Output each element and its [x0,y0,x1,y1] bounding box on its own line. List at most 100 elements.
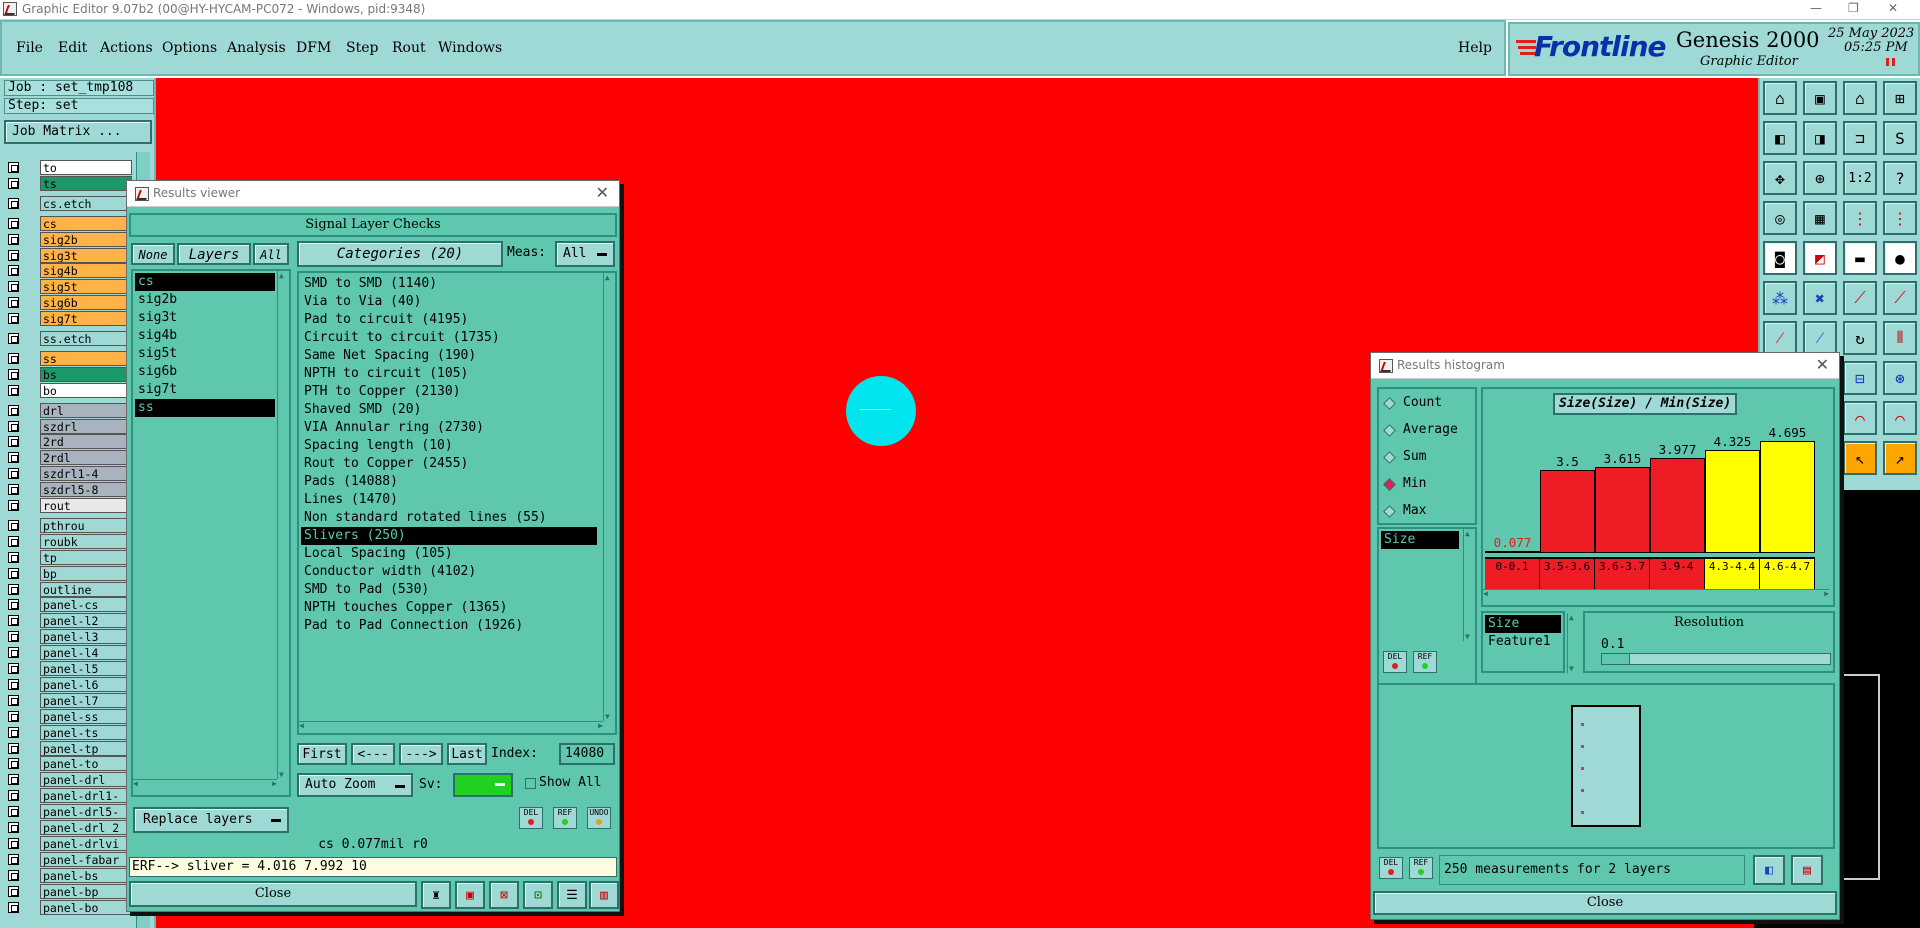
layer-row[interactable]: sig4b [8,263,132,279]
layer-checkbox[interactable] [8,313,19,325]
layer-checkbox[interactable] [8,297,19,309]
category-item[interactable]: Same Net Spacing (190) [301,347,597,365]
layer-row[interactable]: panel-drl [8,772,132,788]
category-item[interactable]: Lines (1470) [301,491,597,509]
meas-dropdown[interactable]: All [555,241,615,267]
select-none-button[interactable]: None [131,243,175,265]
layer-name[interactable]: bo [40,382,132,398]
layer-row[interactable]: szdrl [8,418,132,434]
layer-name[interactable]: szdrl5-8 [40,482,132,498]
layer-name[interactable]: panel-drl5- [40,804,132,820]
summary-del-button[interactable]: DEL [1379,857,1403,879]
layer-row[interactable]: panel-bo [8,899,132,915]
layer-row[interactable]: pthrou [8,517,132,533]
restore-button[interactable]: ❐ [1848,1,1859,15]
layer-row[interactable]: rout [8,498,132,513]
layer-row[interactable]: panel-drlvi [8,835,132,851]
bin-label[interactable]: 3.5-3.6 [1540,559,1595,589]
arc2-icon[interactable]: ⌒ [1883,401,1917,435]
layer-row[interactable]: panel-fabar [8,851,132,867]
layer-name[interactable]: panel-to [40,756,132,772]
categories-hscroll[interactable] [299,721,603,733]
categories-vscroll[interactable] [603,273,615,721]
layer-checkbox[interactable] [8,869,19,881]
layer-checkbox[interactable] [8,806,19,818]
index-input[interactable]: 14080 [559,743,615,765]
radio-icon[interactable] [1383,424,1396,437]
align-icon[interactable]: ⊟ [1843,361,1877,395]
layer-checkbox[interactable] [8,281,19,293]
layer-name[interactable]: sig7t [40,311,132,327]
layer-name[interactable]: to [40,160,132,175]
job-matrix-button[interactable]: Job Matrix ... [4,120,152,144]
house-icon[interactable]: ⌂ [1843,81,1877,115]
layer-checkbox[interactable] [8,599,19,611]
layer-checkbox[interactable] [8,384,19,396]
resolution-slider-handle[interactable] [1602,654,1630,664]
histogram-bar[interactable] [1540,470,1595,553]
layer-checkbox[interactable] [8,726,19,738]
layer-name[interactable]: panel-drl [40,772,132,788]
cross-icon[interactable]: ✖ [1803,281,1837,315]
results-layer-list[interactable]: cs sig2b sig3t sig4b sig5t sig6b sig7t ss [135,273,275,773]
layers-button[interactable]: Layers [177,243,251,265]
last-button[interactable]: Last [447,743,487,765]
menu-step[interactable]: Step [346,40,378,56]
netlist-icon[interactable]: ⋮ [1843,201,1877,235]
layer-row[interactable]: ss [8,350,132,366]
layer-checkbox[interactable] [8,352,19,364]
radio-icon[interactable] [1383,505,1396,518]
category-item[interactable]: Pad to Pad Connection (1926) [301,617,597,635]
slash-blue-icon[interactable]: ⁄ [1803,321,1837,355]
layer-name[interactable]: sig2b [40,231,132,247]
layer-checkbox[interactable] [8,265,19,277]
layer-row[interactable]: 2rd [8,434,132,450]
layer-name[interactable]: 2rd [40,434,132,450]
category-item[interactable]: Pad to circuit (4195) [301,311,597,329]
layer-row[interactable]: sig6b [8,295,132,311]
summary-ref-button[interactable]: REF [1409,857,1433,879]
layer-checkbox[interactable] [8,853,19,865]
layer-checkbox[interactable] [8,885,19,897]
layer-row[interactable]: sig2b [8,231,132,247]
layer-name[interactable]: panel-l4 [40,645,132,661]
minimize-button[interactable]: — [1810,1,1822,15]
chart-export-icon[interactable]: ◧ [1753,855,1785,885]
resolution-slider[interactable] [1601,653,1831,665]
layer-name[interactable]: ss [40,350,132,366]
layer-checkbox[interactable] [8,647,19,659]
menu-file[interactable]: File [16,40,43,56]
layer-row[interactable]: panel-bp [8,883,132,899]
layer-row[interactable]: tp [8,549,132,565]
ruler-icon[interactable]: ▬ [1843,241,1877,275]
layer-name[interactable]: panel-bo [40,899,132,915]
ref-button[interactable]: REF [553,807,577,829]
layer-row[interactable]: panel-l6 [8,676,132,692]
rotate-icon[interactable]: ↻ [1843,321,1877,355]
select-all-button[interactable]: All [253,243,289,265]
category-item[interactable]: Conductor width (4102) [301,563,597,581]
layer-row[interactable]: sig3t [8,247,132,263]
category-item[interactable]: Via to Via (40) [301,293,597,311]
layer-name[interactable]: pthrou [40,517,132,533]
layer-name[interactable]: bs [40,366,132,382]
layer-checkbox[interactable] [8,368,19,380]
layer-checkbox[interactable] [8,535,19,547]
layer-name[interactable]: panel-drlvi [40,835,132,851]
results-layer-item[interactable]: sig2b [135,291,275,309]
layer-checkbox[interactable] [8,678,19,690]
layer-name[interactable]: panel-ts [40,724,132,740]
histogram-bar[interactable] [1650,458,1705,553]
category-item[interactable]: Shaved SMD (20) [301,401,597,419]
size-list-vscroll[interactable] [1463,529,1475,641]
histogram-bar[interactable] [1595,467,1650,553]
layer-row[interactable]: 2rdl [8,450,132,466]
category-item[interactable]: Local Spacing (105) [301,545,597,563]
highlighted-feature[interactable] [846,376,916,446]
layer-checkbox[interactable] [8,663,19,674]
layer-row[interactable]: panel-l7 [8,692,132,708]
results-layer-item[interactable]: sig7t [135,381,275,399]
layer-checkbox[interactable] [8,468,19,480]
category-item[interactable]: NPTH touches Copper (1365) [301,599,597,617]
layer-checkbox[interactable] [8,217,19,229]
